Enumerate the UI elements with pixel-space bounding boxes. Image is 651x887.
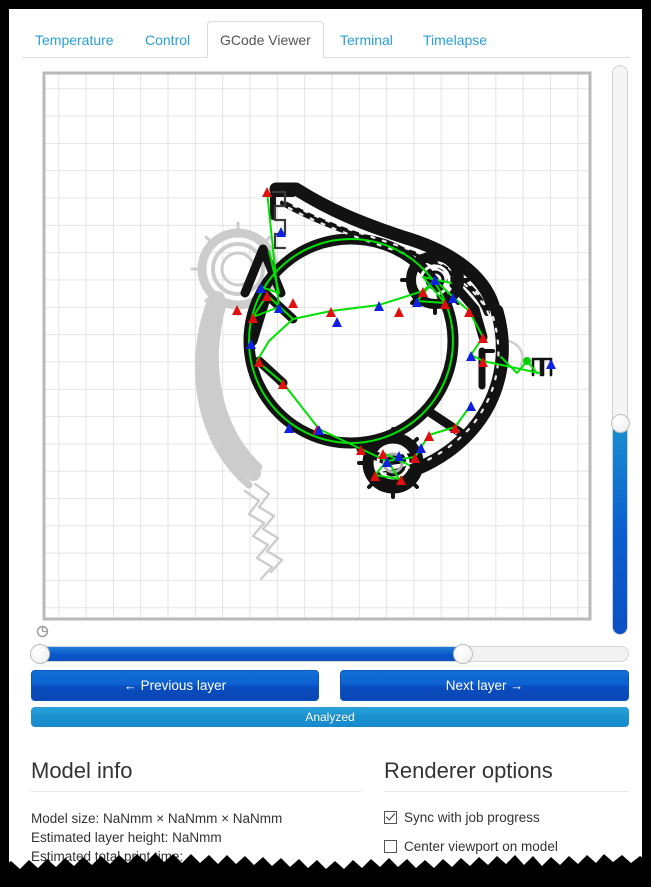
- screenshot-frame: Temperature Control GCode Viewer Termina…: [0, 0, 651, 887]
- gcode-canvas[interactable]: [31, 61, 603, 638]
- tab-bar: Temperature Control GCode Viewer Termina…: [22, 15, 630, 58]
- layer-slider-handle[interactable]: [611, 413, 630, 433]
- command-range-fill: [32, 647, 462, 661]
- option-label: Center viewport on model: [404, 839, 558, 855]
- previous-layer-button[interactable]: ← Previous layer: [31, 670, 319, 701]
- analysis-progress-label: Analyzed: [305, 710, 355, 724]
- option-sync-with-job-progress[interactable]: Sync with job progress: [384, 810, 629, 825]
- checkbox-unchecked-icon[interactable]: [384, 840, 397, 854]
- tab-terminal[interactable]: Terminal: [327, 21, 406, 58]
- gcode-viewer-panel: [31, 61, 631, 639]
- bed-origin-icon: [36, 625, 49, 638]
- option-label: Sync with job progress: [404, 810, 540, 826]
- bottom-info-section: Model info Model size: NaNmm × NaNmm × N…: [9, 749, 642, 869]
- tab-label: GCode Viewer: [220, 32, 311, 48]
- next-layer-label: Next layer: [445, 678, 507, 693]
- layer-slider-vertical[interactable]: [611, 65, 630, 635]
- command-range-handle-end[interactable]: [452, 644, 473, 664]
- layer-height-line: Estimated layer height: NaNmm: [31, 830, 222, 846]
- model-info-lines: Model size: NaNmm × NaNmm × NaNmm Estima…: [31, 809, 361, 866]
- tab-label: Control: [145, 32, 191, 48]
- checkbox-checked-icon[interactable]: [384, 811, 397, 825]
- tab-timelapse[interactable]: Timelapse: [410, 21, 500, 58]
- arrow-right-icon: →: [510, 678, 524, 693]
- command-range-slider[interactable]: [30, 644, 629, 664]
- model-info-column: Model info Model size: NaNmm × NaNmm × N…: [31, 749, 361, 866]
- tab-label: Timelapse: [423, 32, 488, 48]
- tab-label: Terminal: [340, 32, 393, 48]
- tab-temperature[interactable]: Temperature: [22, 21, 127, 58]
- next-layer-button[interactable]: Next layer →: [340, 670, 629, 701]
- renderer-options-column: Renderer options Sync with job progress …: [384, 749, 629, 854]
- previous-layer-label: Previous layer: [140, 678, 227, 693]
- analysis-progress-bar: Analyzed: [31, 707, 629, 727]
- model-size-line: Model size: NaNmm × NaNmm × NaNmm: [31, 811, 283, 827]
- model-info-title: Model info: [31, 749, 361, 793]
- page-content: Temperature Control GCode Viewer Termina…: [9, 9, 642, 869]
- tab-control[interactable]: Control: [132, 21, 203, 58]
- command-range-handle-start[interactable]: [30, 644, 50, 664]
- tab-label: Temperature: [35, 32, 114, 48]
- renderer-options-list: Sync with job progress Center viewport o…: [384, 810, 629, 854]
- layer-slider-fill: [613, 423, 627, 634]
- renderer-options-title: Renderer options: [384, 749, 629, 793]
- total-print-time-line: Estimated total print time: -: [31, 849, 192, 865]
- option-center-viewport-on-model[interactable]: Center viewport on model: [384, 839, 629, 854]
- arrow-left-icon: ←: [123, 678, 137, 693]
- tab-gcode-viewer[interactable]: GCode Viewer: [207, 21, 324, 58]
